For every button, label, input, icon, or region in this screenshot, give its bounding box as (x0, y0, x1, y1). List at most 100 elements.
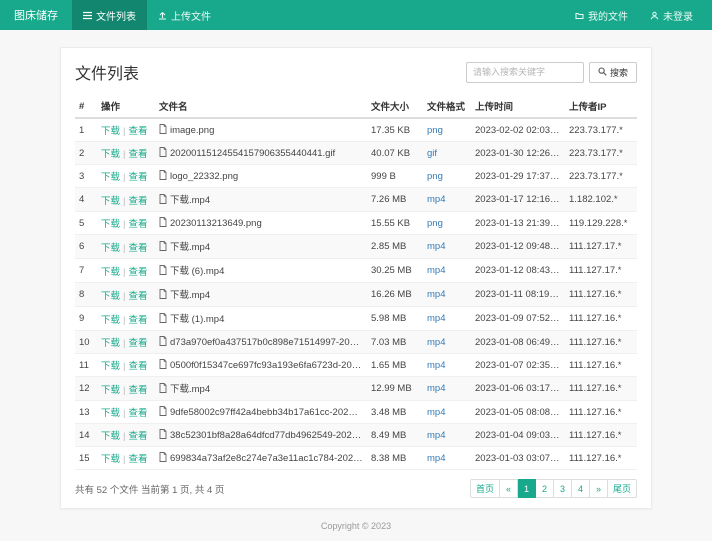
file-format-cell: mp4 (423, 283, 471, 307)
format-link[interactable]: mp4 (427, 337, 445, 348)
view-link[interactable]: 查看 (128, 454, 147, 465)
row-actions: 下载|查看 (97, 447, 155, 470)
view-link[interactable]: 查看 (128, 385, 147, 396)
file-name: 20230113213649.png (170, 218, 262, 229)
file-name: 下载 (6).mp4 (170, 266, 224, 277)
file-format-cell: gif (423, 142, 471, 165)
format-link[interactable]: png (427, 125, 443, 136)
download-link[interactable]: 下载 (101, 385, 120, 396)
download-link[interactable]: 下载 (101, 196, 120, 207)
nav-item-label: 上传文件 (171, 8, 211, 23)
view-link[interactable]: 查看 (128, 315, 147, 326)
table-row: 12下载|查看下载.mp412.99 MBmp42023-01-06 03:17… (75, 377, 637, 401)
view-link[interactable]: 查看 (128, 267, 147, 278)
format-link[interactable]: mp4 (427, 360, 445, 371)
format-link[interactable]: mp4 (427, 453, 445, 464)
file-icon (159, 217, 167, 230)
format-link[interactable]: mp4 (427, 265, 445, 276)
download-link[interactable]: 下载 (101, 126, 120, 137)
format-link[interactable]: mp4 (427, 407, 445, 418)
nav-item-my-files[interactable]: 我的文件 (564, 0, 639, 30)
page-button-prev[interactable]: « (500, 479, 518, 498)
view-link[interactable]: 查看 (128, 172, 147, 183)
file-size: 999 B (367, 165, 423, 188)
page-button-last[interactable]: 尾页 (608, 479, 637, 498)
upload-time: 2023-01-12 09:48:30 (471, 235, 565, 259)
download-link[interactable]: 下载 (101, 408, 120, 419)
format-link[interactable]: png (427, 171, 443, 182)
page-button-first[interactable]: 首页 (470, 479, 500, 498)
view-link[interactable]: 查看 (128, 431, 147, 442)
navbar: 图床储存 文件列表 上传文件 我的文件 未登录 (0, 0, 712, 30)
file-name: 0500f0f15347ce697fc93a193e6fa6723d-2023-… (170, 360, 367, 371)
row-index: 8 (75, 283, 97, 307)
page-button-next[interactable]: » (590, 479, 608, 498)
file-format-cell: mp4 (423, 331, 471, 354)
view-link[interactable]: 查看 (128, 243, 147, 254)
table-head: # 操作 文件名 文件大小 文件格式 上传时间 上传者IP (75, 95, 637, 118)
nav-item-file-list[interactable]: 文件列表 (72, 0, 147, 30)
view-link[interactable]: 查看 (128, 338, 147, 349)
download-link[interactable]: 下载 (101, 219, 120, 230)
download-link[interactable]: 下载 (101, 291, 120, 302)
format-link[interactable]: mp4 (427, 313, 445, 324)
brand[interactable]: 图床储存 (0, 0, 72, 30)
table-row: 13下载|查看9dfe58002c97ff42a4bebb34b17a61cc-… (75, 401, 637, 424)
download-link[interactable]: 下载 (101, 149, 120, 160)
action-separator: | (123, 315, 125, 326)
page-button-page-2[interactable]: 2 (536, 479, 554, 498)
search-button[interactable]: 搜索 (589, 62, 637, 83)
download-link[interactable]: 下载 (101, 431, 120, 442)
header-actions: 操作 (97, 95, 155, 118)
nav-item-upload[interactable]: 上传文件 (147, 0, 222, 30)
format-link[interactable]: mp4 (427, 194, 445, 205)
upload-time: 2023-01-05 08:08:08 (471, 401, 565, 424)
file-name: 20200115124554157906355440441.gif (170, 148, 335, 159)
download-link[interactable]: 下载 (101, 172, 120, 183)
nav-item-login[interactable]: 未登录 (639, 0, 704, 30)
page-button-page-3[interactable]: 3 (554, 479, 572, 498)
view-link[interactable]: 查看 (128, 126, 147, 137)
view-link[interactable]: 查看 (128, 291, 147, 302)
uploader-ip: 111.127.16.* (565, 307, 637, 331)
view-link[interactable]: 查看 (128, 361, 147, 372)
format-link[interactable]: png (427, 218, 443, 229)
search-group: 搜索 (466, 62, 637, 83)
page-button-page-4[interactable]: 4 (572, 479, 590, 498)
user-icon (650, 11, 659, 20)
download-link[interactable]: 下载 (101, 454, 120, 465)
row-index: 10 (75, 331, 97, 354)
format-link[interactable]: mp4 (427, 289, 445, 300)
format-link[interactable]: mp4 (427, 383, 445, 394)
view-link[interactable]: 查看 (128, 219, 147, 230)
download-link[interactable]: 下载 (101, 243, 120, 254)
view-link[interactable]: 查看 (128, 408, 147, 419)
view-link[interactable]: 查看 (128, 149, 147, 160)
nav-item-label: 未登录 (663, 8, 693, 23)
page-button-page-1[interactable]: 1 (518, 479, 536, 498)
table-row: 4下载|查看下载.mp47.26 MBmp42023-01-17 12:16:2… (75, 188, 637, 212)
file-icon (159, 429, 167, 442)
row-actions: 下载|查看 (97, 377, 155, 401)
download-link[interactable]: 下载 (101, 338, 120, 349)
uploader-ip: 111.127.16.* (565, 447, 637, 470)
action-separator: | (123, 196, 125, 207)
file-name-cell: 699834a73af2e8c274e7a3e11ac1c784-2023-01… (155, 447, 367, 470)
download-link[interactable]: 下载 (101, 361, 120, 372)
format-link[interactable]: gif (427, 148, 437, 159)
action-separator: | (123, 454, 125, 465)
row-actions: 下载|查看 (97, 401, 155, 424)
file-size: 3.48 MB (367, 401, 423, 424)
action-separator: | (123, 385, 125, 396)
nav-left: 文件列表 上传文件 (72, 0, 222, 30)
header-filename: 文件名 (155, 95, 367, 118)
row-actions: 下载|查看 (97, 118, 155, 142)
upload-time: 2023-01-13 21:39:05 (471, 212, 565, 235)
format-link[interactable]: mp4 (427, 430, 445, 441)
view-link[interactable]: 查看 (128, 196, 147, 207)
download-link[interactable]: 下载 (101, 267, 120, 278)
download-link[interactable]: 下载 (101, 315, 120, 326)
search-input[interactable] (466, 62, 584, 83)
format-link[interactable]: mp4 (427, 241, 445, 252)
header-format: 文件格式 (423, 95, 471, 118)
